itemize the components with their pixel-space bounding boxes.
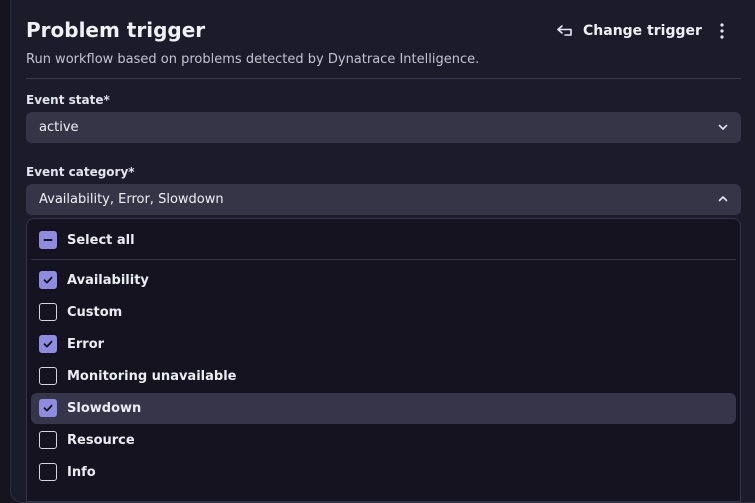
category-option-availability[interactable]: Availability (31, 265, 736, 296)
category-option-error[interactable]: Error (31, 329, 736, 360)
option-label: Resource (67, 433, 135, 448)
event-category-label: Event category* (26, 165, 135, 179)
event-category-select[interactable]: Availability, Error, Slowdown (26, 184, 741, 215)
kebab-menu-icon (720, 23, 724, 39)
category-option-custom[interactable]: Custom (31, 297, 736, 328)
checkmark-icon (43, 276, 53, 284)
event-state-value: active (39, 120, 79, 135)
page-subtitle: Run workflow based on problems detected … (26, 52, 480, 67)
option-checkbox[interactable] (39, 271, 57, 289)
option-label: Info (67, 465, 96, 480)
page-title: Problem trigger (26, 18, 206, 42)
category-option-resource[interactable]: Resource (31, 425, 736, 456)
swap-arrow-icon (557, 25, 572, 36)
select-all-checkbox[interactable] (39, 231, 57, 249)
change-trigger-label: Change trigger (583, 23, 702, 39)
category-option-info[interactable]: Info (31, 457, 736, 488)
option-label: Availability (67, 273, 149, 288)
checkmark-icon (43, 404, 53, 412)
option-label: Error (67, 337, 105, 352)
option-checkbox[interactable] (39, 303, 57, 321)
chevron-up-icon (718, 196, 728, 202)
option-checkbox[interactable] (39, 399, 57, 417)
option-label: Monitoring unavailable (67, 369, 237, 384)
option-checkbox[interactable] (39, 367, 57, 385)
option-label: Slowdown (67, 401, 142, 416)
event-state-select[interactable]: active (26, 112, 741, 143)
event-category-dropdown: Select all Availability Custom Error Monito… (26, 218, 741, 502)
category-option-monitoring-unavailable[interactable]: Monitoring unavailable (31, 361, 736, 392)
option-checkbox[interactable] (39, 431, 57, 449)
event-category-value: Availability, Error, Slowdown (39, 192, 224, 207)
option-checkbox[interactable] (39, 335, 57, 353)
select-all-label: Select all (67, 233, 135, 248)
option-label: Custom (67, 305, 123, 320)
dropdown-divider (31, 259, 736, 260)
category-option-slowdown[interactable]: Slowdown (31, 393, 736, 424)
header-divider (26, 78, 741, 79)
minus-icon (43, 239, 53, 241)
event-state-label: Event state* (26, 93, 110, 107)
more-options-button[interactable] (712, 20, 732, 42)
checkmark-icon (43, 340, 53, 348)
chevron-down-icon (718, 124, 728, 130)
option-checkbox[interactable] (39, 463, 57, 481)
change-trigger-button[interactable]: Change trigger (556, 18, 702, 44)
select-all-option[interactable]: Select all (31, 225, 736, 256)
